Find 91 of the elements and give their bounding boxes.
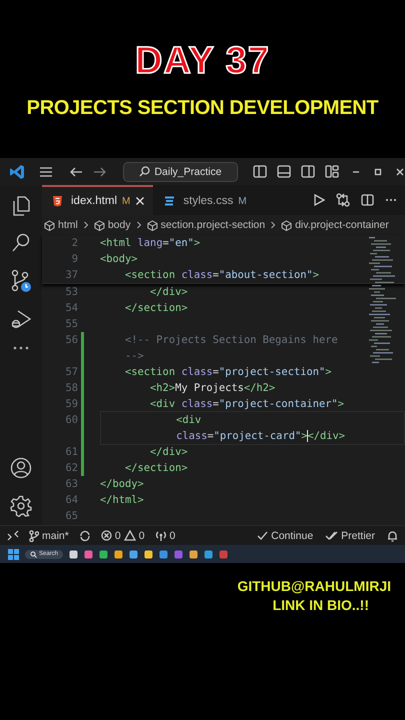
search-icon xyxy=(30,550,37,558)
line-number: 60 xyxy=(65,414,78,426)
line-number: 9 xyxy=(72,253,78,265)
caption-text: GITHUB@RAHULMIRJI xyxy=(237,577,391,596)
line-number: 65 xyxy=(65,510,78,522)
css3-icon xyxy=(163,195,176,207)
video-subtitle: PROJECTS SECTION DEVELOPMENT xyxy=(26,96,378,120)
branch-icon xyxy=(29,530,39,542)
code-line: </div> xyxy=(149,285,188,300)
code-line: class="project-card"></div> xyxy=(175,429,346,444)
cube-icon xyxy=(146,220,158,230)
code-line: --> xyxy=(124,349,144,364)
code-line: <div xyxy=(175,413,202,428)
forward-arrow-icon xyxy=(93,166,107,178)
maximize-icon[interactable] xyxy=(373,166,383,176)
code-line: <section class="project-section"> xyxy=(124,365,332,380)
secondary-sidebar-icon[interactable] xyxy=(301,165,315,178)
double-check-icon xyxy=(325,530,338,540)
panel-icon[interactable] xyxy=(277,165,291,178)
search-icon xyxy=(139,166,150,177)
caption-text: LINK IN BIO..!! xyxy=(272,596,369,615)
editor-tab[interactable]: styles.css M xyxy=(153,185,255,215)
code-line: </div> xyxy=(149,445,188,460)
line-number: 55 xyxy=(65,318,78,330)
code-line: <section class="about-section"> xyxy=(124,268,319,283)
line-number: 64 xyxy=(65,494,78,506)
code-line: <body> xyxy=(100,252,138,267)
status-item[interactable]: Continue xyxy=(257,530,314,542)
line-number: 56 xyxy=(65,334,78,346)
code-line: <!-- Projects Section Begains here xyxy=(124,333,338,348)
remote-icon[interactable] xyxy=(7,530,19,542)
chevron-right-icon xyxy=(270,221,276,229)
problems-indicator[interactable]: 0 0 xyxy=(100,530,145,542)
account-icon[interactable] xyxy=(10,457,32,479)
split-editor-icon[interactable] xyxy=(361,194,374,206)
code-line: </body> xyxy=(100,477,144,492)
more-icon[interactable] xyxy=(11,345,31,351)
cube-icon xyxy=(44,220,55,230)
breadcrumb-item[interactable]: section.project-section xyxy=(160,219,266,231)
settings-icon[interactable] xyxy=(10,495,32,517)
html5-icon xyxy=(52,195,63,207)
editor-tab[interactable]: idex.html M xyxy=(42,185,154,215)
breadcrumb-item[interactable]: html xyxy=(58,219,78,231)
code-line: <html lang="en"> xyxy=(100,236,200,251)
search-icon[interactable] xyxy=(11,232,31,254)
code-line: </section> xyxy=(124,461,188,476)
chevron-right-icon xyxy=(82,221,89,229)
code-line: </section> xyxy=(124,301,188,316)
check-icon xyxy=(257,530,268,540)
line-number: 37 xyxy=(65,269,78,281)
breadcrumb-item[interactable]: body xyxy=(108,219,131,231)
files-icon[interactable] xyxy=(11,195,31,217)
windows-logo-icon[interactable] xyxy=(8,548,19,560)
code-line: <div class="project-container"> xyxy=(149,397,344,412)
line-number: 59 xyxy=(65,398,78,410)
close-icon[interactable] xyxy=(135,196,146,206)
line-number: 63 xyxy=(65,478,78,490)
line-number: 62 xyxy=(65,462,78,474)
primary-sidebar-icon[interactable] xyxy=(253,165,267,178)
cube-icon xyxy=(94,220,105,230)
source-control-icon[interactable] xyxy=(10,269,32,293)
line-number: 53 xyxy=(65,286,78,298)
run-icon[interactable] xyxy=(313,194,325,206)
close-icon[interactable] xyxy=(395,166,405,176)
chevron-right-icon xyxy=(136,221,142,229)
code-line: <h2>My Projects</h2> xyxy=(149,381,276,396)
broadcast-icon xyxy=(154,530,167,542)
cube-icon xyxy=(281,220,292,230)
warning-icon xyxy=(124,530,136,541)
line-number: 54 xyxy=(65,302,78,314)
sync-icon[interactable] xyxy=(78,530,91,542)
bell-icon[interactable] xyxy=(387,530,398,542)
menu-icon[interactable] xyxy=(39,166,53,178)
breadcrumb-item[interactable]: div.project-container xyxy=(295,219,389,231)
ports-indicator[interactable]: 0 xyxy=(154,530,176,542)
command-center[interactable]: Daily_Practice xyxy=(123,162,238,182)
error-icon xyxy=(100,530,112,541)
run-debug-icon[interactable] xyxy=(10,308,32,330)
branch-indicator[interactable]: main* xyxy=(29,530,69,542)
code-line: </html> xyxy=(100,493,144,508)
line-number: 2 xyxy=(72,237,78,249)
compare-changes-icon[interactable] xyxy=(336,193,350,207)
line-number: 57 xyxy=(65,366,78,378)
layout-icon[interactable] xyxy=(325,165,339,178)
status-item[interactable]: Prettier xyxy=(325,530,375,542)
video-title: DAY 37 xyxy=(135,40,270,82)
more-icon[interactable] xyxy=(385,198,397,202)
back-arrow-icon[interactable] xyxy=(69,166,83,178)
vscode-logo-icon[interactable] xyxy=(9,164,25,180)
line-number: 61 xyxy=(65,446,78,458)
line-number: 58 xyxy=(65,382,78,394)
